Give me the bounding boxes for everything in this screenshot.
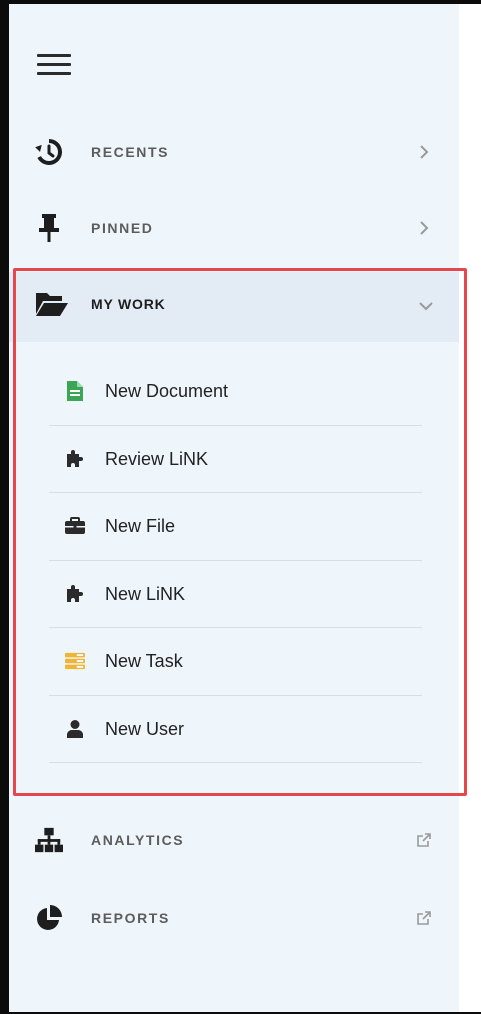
- submenu-item-new-task[interactable]: New Task: [49, 628, 422, 696]
- chevron-right-icon: [417, 221, 431, 235]
- sidebar-item-label: ANALYTICS: [91, 832, 185, 848]
- external-link-icon: [417, 911, 431, 925]
- user-icon: [65, 719, 85, 739]
- app-frame: RECENTS PINNED MY WORK New Document Revi…: [0, 0, 481, 1014]
- submenu-item-label: Review LiNK: [105, 448, 209, 469]
- hamburger-menu-icon[interactable]: [37, 48, 71, 76]
- sidebar-item-mywork[interactable]: MY WORK: [9, 272, 459, 342]
- frame-left-border: [0, 0, 9, 1014]
- sidebar-item-label: RECENTS: [91, 144, 170, 160]
- sidebar-item-label: REPORTS: [91, 910, 170, 926]
- submenu-item-new-user[interactable]: New User: [49, 696, 422, 763]
- briefcase-icon: [65, 516, 85, 536]
- document-icon: [65, 381, 85, 401]
- sidebar-item-reports[interactable]: REPORTS: [9, 886, 459, 950]
- submenu-item-new-file[interactable]: New File: [49, 493, 422, 561]
- mywork-submenu: New Document Review LiNK New File New Li…: [49, 358, 422, 763]
- tasks-icon: [65, 651, 85, 671]
- submenu-item-label: New User: [105, 718, 185, 739]
- chevron-down-icon: [419, 298, 433, 312]
- submenu-item-label: New File: [105, 516, 176, 536]
- history-icon: [35, 138, 63, 166]
- chevron-right-icon: [417, 145, 431, 159]
- folder-open-icon: [35, 290, 69, 318]
- submenu-item-label: New LiNK: [105, 583, 186, 604]
- external-link-icon: [417, 833, 431, 847]
- submenu-item-new-document[interactable]: New Document: [49, 358, 422, 426]
- pie-chart-icon: [35, 904, 63, 932]
- sidebar-item-pinned[interactable]: PINNED: [9, 196, 459, 260]
- sidebar-item-label: PINNED: [91, 220, 154, 236]
- pushpin-icon: [35, 214, 63, 242]
- sitemap-icon: [35, 826, 63, 854]
- submenu-item-new-link[interactable]: New LiNK: [49, 561, 422, 628]
- submenu-item-label: New Document: [105, 381, 229, 401]
- sidebar-item-label: MY WORK: [91, 296, 166, 312]
- sidebar-item-recents[interactable]: RECENTS: [9, 120, 459, 184]
- submenu-item-review-link[interactable]: Review LiNK: [49, 426, 422, 493]
- submenu-item-label: New Task: [105, 651, 183, 671]
- puzzle-piece-icon: [65, 584, 85, 604]
- puzzle-piece-icon: [65, 449, 85, 469]
- sidebar-item-analytics[interactable]: ANALYTICS: [9, 808, 459, 872]
